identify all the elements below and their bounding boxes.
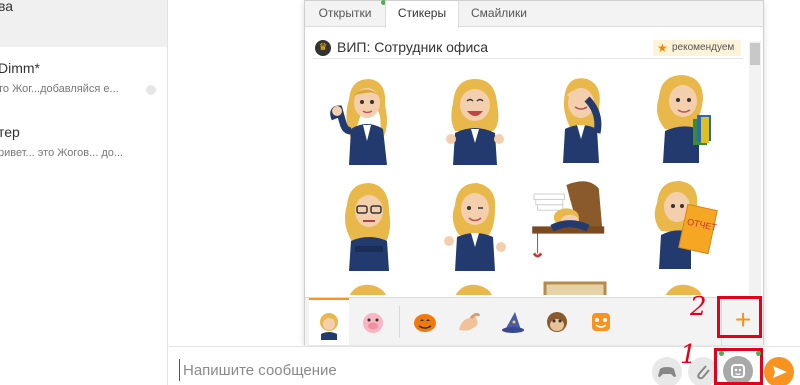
- pack-orange-face[interactable]: [581, 302, 621, 342]
- app-window: ва Dimm* то Жог...добавляйся е... тер ри…: [0, 0, 800, 385]
- monkey-icon: [547, 312, 567, 332]
- wizard-hat-icon: [502, 312, 524, 333]
- chat-list: ва Dimm* то Жог...добавляйся е... тер ри…: [0, 0, 168, 385]
- sticker-woman-partial[interactable]: [639, 281, 729, 295]
- chat-name: Dimm*: [0, 60, 40, 76]
- message-input[interactable]: [179, 359, 639, 381]
- chat-name: тер: [0, 124, 20, 140]
- sticker-woman-partial[interactable]: [323, 281, 413, 295]
- orange-face-icon: [592, 313, 610, 331]
- pack-pig[interactable]: [353, 302, 393, 342]
- chat-item[interactable]: тер ривет... это Жогов... до...: [0, 116, 167, 168]
- chat-preview: ривет... это Жогов... до...: [0, 147, 124, 159]
- tray-divider: [399, 306, 400, 338]
- gamepad-icon: [658, 367, 676, 377]
- message-composer: [169, 346, 800, 385]
- sticker-pack-header: ♛ ВИП: Сотрудник офиса ★ рекомендуем: [313, 37, 743, 59]
- tab-stickers[interactable]: Стикеры: [385, 1, 459, 28]
- popup-tabs: Открытки Стикеры Смайлики: [305, 0, 763, 28]
- send-button[interactable]: [764, 357, 794, 385]
- sticker-grid: ОТЧЕТ: [313, 67, 745, 295]
- pack-office-woman[interactable]: [309, 298, 349, 345]
- recommend-badge: ★ рекомендуем: [653, 40, 741, 56]
- sticker-woman-facepalm[interactable]: [535, 67, 625, 167]
- sticker-woman-thumbs-up[interactable]: [321, 69, 411, 169]
- pig-icon: [363, 313, 383, 333]
- status-dot: [146, 85, 156, 95]
- annotation-box-2: [717, 296, 762, 338]
- sticker-woman-glasses-wink[interactable]: [429, 175, 519, 275]
- games-button[interactable]: [652, 357, 682, 385]
- sticker-woman-laughing[interactable]: [429, 69, 519, 169]
- annotation-number-2: 2: [690, 292, 707, 322]
- star-icon: ★: [657, 41, 668, 55]
- pack-title: ВИП: Сотрудник офиса: [337, 39, 489, 55]
- sticker-frame-partial[interactable]: [531, 281, 621, 295]
- send-icon: [773, 366, 787, 378]
- pack-muscle[interactable]: [449, 302, 489, 342]
- sticker-woman-asleep-desk[interactable]: [525, 171, 615, 271]
- recommend-label: рекомендуем: [672, 42, 735, 53]
- chat-item[interactable]: Dimm* то Жог...добавляйся е...: [0, 52, 167, 104]
- pack-pumpkin[interactable]: [405, 302, 445, 342]
- chat-preview: то Жог...добавляйся е...: [0, 83, 119, 95]
- sticker-woman-report[interactable]: ОТЧЕТ: [639, 173, 729, 273]
- tab-postcards[interactable]: Открытки: [309, 1, 381, 27]
- new-indicator: [756, 351, 761, 356]
- muscle-arm-icon: [459, 312, 481, 331]
- chat-name: ва: [0, 0, 14, 14]
- annotation-number-1: 1: [680, 340, 697, 370]
- new-indicator: [719, 351, 724, 356]
- crown-icon: ♛: [315, 40, 331, 56]
- sticker-woman-with-book[interactable]: [639, 67, 729, 167]
- sticker-woman-angry-glasses[interactable]: [323, 175, 413, 275]
- sticker-scrollbar[interactable]: [749, 41, 761, 295]
- pack-office-woman-icon: [320, 313, 338, 340]
- pumpkin-icon: [414, 314, 436, 332]
- chat-item[interactable]: ва: [0, 0, 167, 47]
- sticker-woman-partial[interactable]: [429, 281, 519, 295]
- pack-wizard[interactable]: [493, 302, 533, 342]
- pack-monkey[interactable]: [537, 302, 577, 342]
- scroll-thumb[interactable]: [750, 43, 760, 65]
- tab-smileys[interactable]: Смайлики: [461, 1, 537, 27]
